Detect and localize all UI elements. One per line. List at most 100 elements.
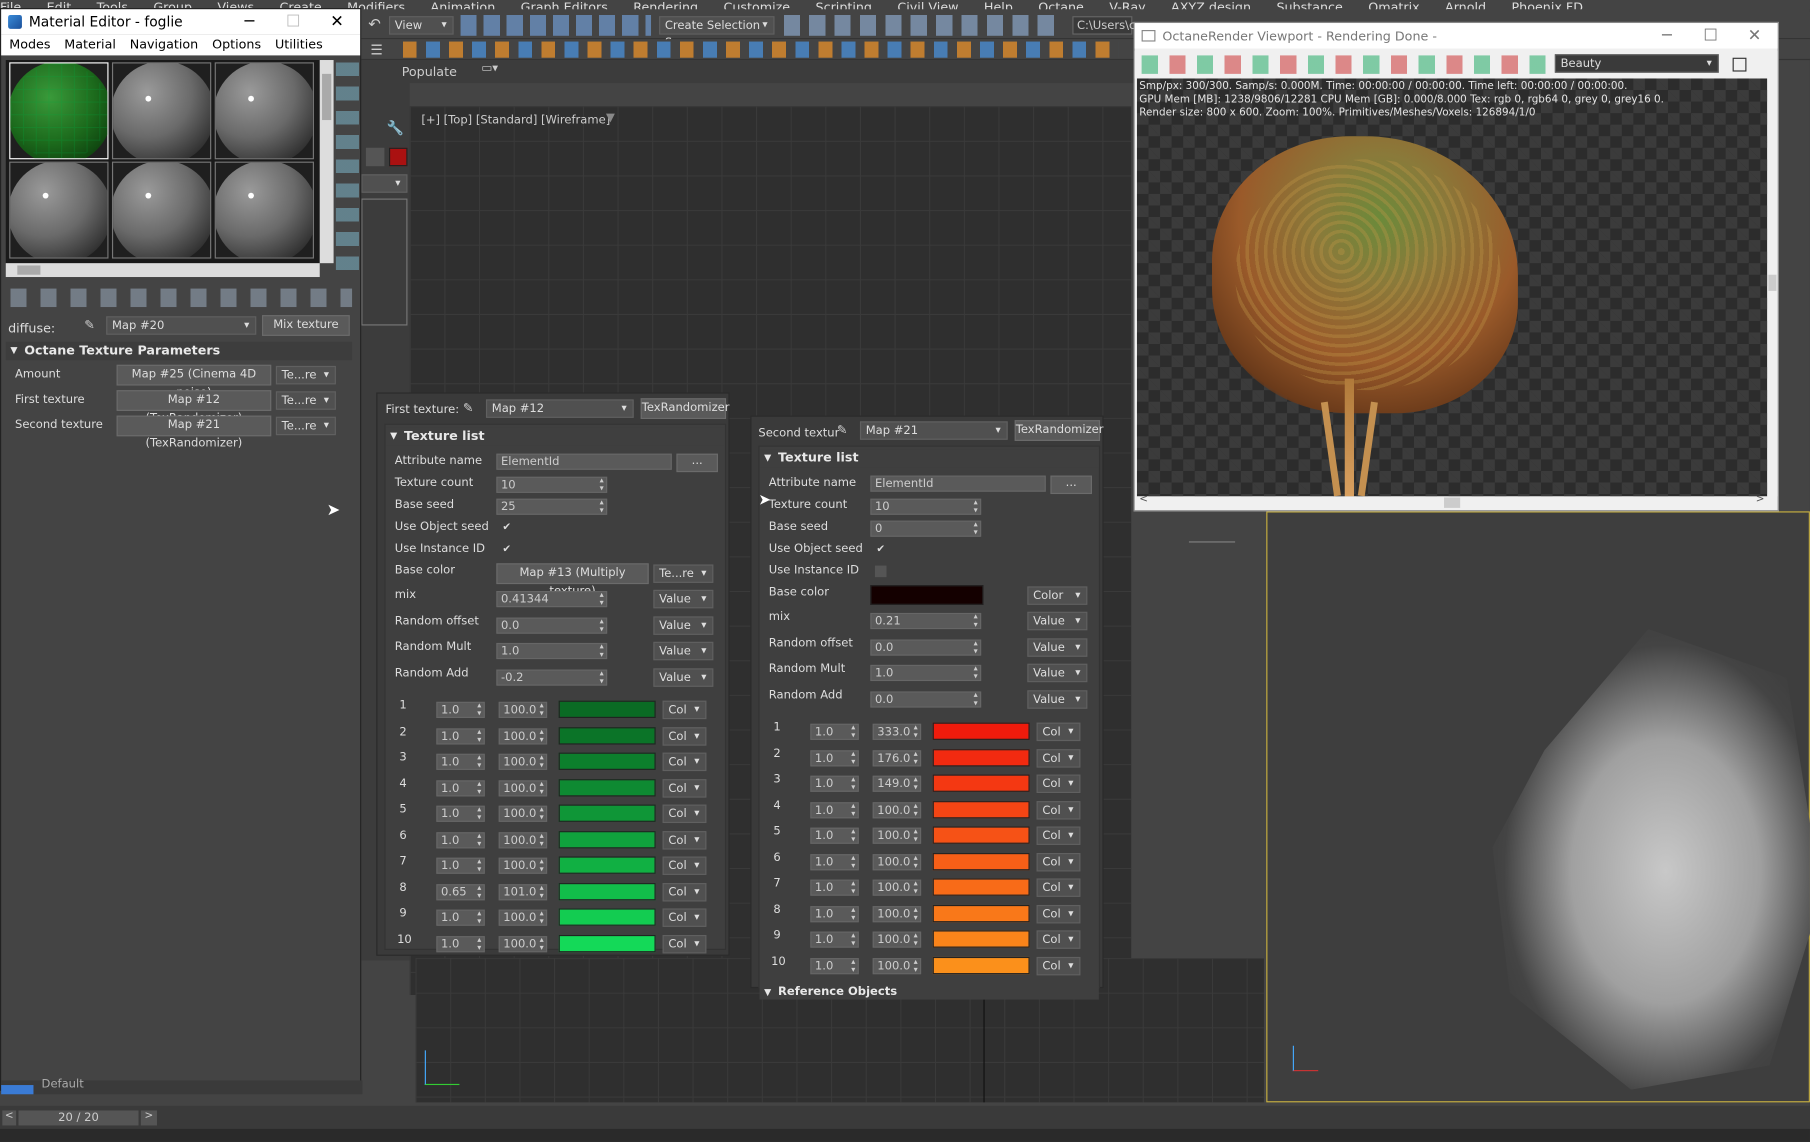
- texture-row-color-swatch[interactable]: [558, 778, 656, 796]
- random-add-field[interactable]: -0.2 ▴ ▾: [496, 668, 608, 686]
- texture-row-weight-field[interactable]: 1.0 ▴ ▾: [810, 749, 859, 766]
- value-type-dropdown[interactable]: Value: [1027, 611, 1088, 631]
- octane-close-button[interactable]: ✕: [1733, 23, 1777, 48]
- texture-row-weight-field[interactable]: 1.0 ▴ ▾: [810, 775, 859, 792]
- octane-maximize-button[interactable]: ☐: [1689, 23, 1733, 48]
- texture-row-weight-field[interactable]: 0.65 ▴ ▾: [436, 883, 485, 900]
- spinner-icon[interactable]: ▴ ▾: [540, 805, 544, 822]
- sample-slot-3[interactable]: [214, 62, 314, 160]
- texture-row-scale-field[interactable]: 149.0 ▴ ▾: [872, 775, 922, 792]
- spinner-icon[interactable]: ▴ ▾: [974, 520, 978, 537]
- minimize-button[interactable]: ─: [227, 9, 271, 34]
- texture-row-type-dropdown[interactable]: Col: [1036, 826, 1081, 845]
- spinner-icon[interactable]: ▴ ▾: [477, 779, 481, 796]
- value-type-dropdown[interactable]: Value: [1027, 637, 1088, 657]
- texture-row-weight-field[interactable]: 1.0 ▴ ▾: [436, 701, 485, 718]
- value-type-dropdown[interactable]: Value: [653, 615, 714, 635]
- texture-row-type-dropdown[interactable]: Col: [662, 908, 707, 927]
- spinner-icon[interactable]: ▴ ▾: [851, 905, 855, 922]
- texture-row-color-swatch[interactable]: [558, 908, 656, 926]
- use-object-seed-checkbox[interactable]: ✔: [875, 544, 887, 556]
- ribbon-toggle-icon[interactable]: ▭▾: [481, 62, 498, 75]
- texture-row-color-swatch[interactable]: [558, 726, 656, 744]
- texture-row-scale-field[interactable]: 100.0 ▴ ▾: [498, 805, 548, 822]
- texture-row-weight-field[interactable]: 1.0 ▴ ▾: [810, 853, 859, 870]
- spinner-icon[interactable]: ▴ ▾: [914, 827, 918, 844]
- spinner-icon[interactable]: ▴ ▾: [477, 805, 481, 822]
- spinner-icon[interactable]: ▴ ▾: [600, 642, 604, 659]
- texture-row-scale-field[interactable]: 100.0 ▴ ▾: [498, 857, 548, 874]
- texture-row-color-swatch[interactable]: [932, 852, 1030, 870]
- texture-row-scale-field[interactable]: 100.0 ▴ ▾: [872, 879, 922, 896]
- timeline-slider[interactable]: 20 / 20: [18, 1110, 139, 1126]
- perspective-viewport[interactable]: [1266, 511, 1810, 1103]
- hamburger-icon[interactable]: ☰: [371, 42, 383, 58]
- spinner-icon[interactable]: ▴ ▾: [851, 801, 855, 818]
- eyedropper-icon[interactable]: ✎: [463, 401, 474, 416]
- close-button[interactable]: ✕: [315, 9, 359, 34]
- filter-icon[interactable]: ▼: [606, 112, 615, 125]
- texture-count-field[interactable]: 10 ▴ ▾: [496, 476, 608, 493]
- random-mult-field[interactable]: 1.0 ▴ ▾: [870, 664, 982, 682]
- texture-row-color-swatch[interactable]: [558, 752, 656, 770]
- reference-objects-header[interactable]: ▼ Reference Objects: [759, 985, 1099, 1000]
- spinner-icon[interactable]: ▴ ▾: [477, 727, 481, 744]
- texture-row-type-dropdown[interactable]: Col: [1036, 878, 1081, 897]
- spinner-icon[interactable]: ▴ ▾: [914, 723, 918, 740]
- material-editor-menu-item[interactable]: Navigation: [130, 37, 199, 52]
- texture-row-color-swatch[interactable]: [932, 878, 1030, 896]
- spinner-icon[interactable]: ▴ ▾: [600, 476, 604, 493]
- texture-row-type-dropdown[interactable]: Col: [662, 934, 707, 953]
- octane-settings-icon[interactable]: [1732, 57, 1747, 72]
- texture-row-scale-field[interactable]: 100.0 ▴ ▾: [872, 957, 922, 974]
- spinner-icon[interactable]: ▴ ▾: [540, 909, 544, 926]
- texture-row-scale-field[interactable]: 100.0 ▴ ▾: [872, 905, 922, 922]
- spinner-icon[interactable]: ▴ ▾: [540, 857, 544, 874]
- app-menu-item[interactable]: Animation: [431, 1, 496, 9]
- texture-row-color-swatch[interactable]: [558, 700, 656, 718]
- spinner-icon[interactable]: ▴ ▾: [477, 935, 481, 952]
- material-editor-menu-item[interactable]: Options: [212, 37, 261, 52]
- spinner-icon[interactable]: ▴ ▾: [540, 701, 544, 718]
- use-object-seed-checkbox[interactable]: ✔: [501, 522, 513, 534]
- texture-row-scale-field[interactable]: 100.0 ▴ ▾: [872, 827, 922, 844]
- render-pass-dropdown[interactable]: Beauty: [1554, 54, 1719, 73]
- value-type-dropdown[interactable]: Value: [653, 667, 714, 687]
- sample-slot-5[interactable]: [111, 161, 212, 259]
- spinner-icon[interactable]: ▴ ▾: [851, 749, 855, 766]
- spinner-icon[interactable]: ▴ ▾: [914, 801, 918, 818]
- texture-row-weight-field[interactable]: 1.0 ▴ ▾: [436, 857, 485, 874]
- base-seed-field[interactable]: 0 ▴ ▾: [870, 520, 982, 537]
- spinner-icon[interactable]: ▴ ▾: [540, 779, 544, 796]
- texture-row-color-swatch[interactable]: [932, 930, 1030, 948]
- texture-list-header[interactable]: ▼ Texture list: [759, 449, 1099, 468]
- spinner-icon[interactable]: ▴ ▾: [477, 909, 481, 926]
- material-editor-titlebar[interactable]: Material Editor - foglie ─ ☐ ✕: [1, 9, 361, 35]
- spinner-icon[interactable]: ▴ ▾: [851, 879, 855, 896]
- second-texture-type-button[interactable]: TexRandomizer: [1014, 420, 1104, 441]
- texture-count-field[interactable]: 10 ▴ ▾: [870, 498, 982, 515]
- random-offset-field[interactable]: 0.0 ▴ ▾: [496, 616, 608, 634]
- sample-slots-hscroll[interactable]: [5, 263, 320, 278]
- texture-row-weight-field[interactable]: 1.0 ▴ ▾: [810, 827, 859, 844]
- eyedropper-icon[interactable]: ✎: [84, 317, 95, 332]
- octane-toolbar-icons[interactable]: [402, 41, 1119, 58]
- texture-row-type-dropdown[interactable]: Col: [662, 856, 707, 875]
- spinner-icon[interactable]: ▴ ▾: [600, 668, 604, 685]
- random-mult-field[interactable]: 1.0 ▴ ▾: [496, 642, 608, 660]
- texture-row-scale-field[interactable]: 100.0 ▴ ▾: [498, 831, 548, 848]
- base-color-swatch[interactable]: [870, 585, 984, 605]
- attribute-name-field[interactable]: ElementId: [870, 475, 1046, 492]
- texture-row-type-dropdown[interactable]: Col: [662, 700, 707, 720]
- command-dropdown[interactable]: [361, 174, 408, 193]
- texture-row-type-dropdown[interactable]: Col: [662, 830, 707, 849]
- texture-row-type-dropdown[interactable]: Col: [1036, 930, 1081, 949]
- sample-slot-4[interactable]: [9, 161, 109, 259]
- texture-row-scale-field[interactable]: 100.0 ▴ ▾: [498, 753, 548, 770]
- sample-slots-scrollbar[interactable]: [319, 60, 334, 264]
- spinner-icon[interactable]: ▴ ▾: [914, 931, 918, 948]
- octane-hscroll[interactable]: < >: [1136, 494, 1768, 510]
- spinner-icon[interactable]: ▴ ▾: [477, 857, 481, 874]
- timeline-next-button[interactable]: >: [140, 1110, 157, 1126]
- mix-field[interactable]: 0.21 ▴ ▾: [870, 612, 982, 630]
